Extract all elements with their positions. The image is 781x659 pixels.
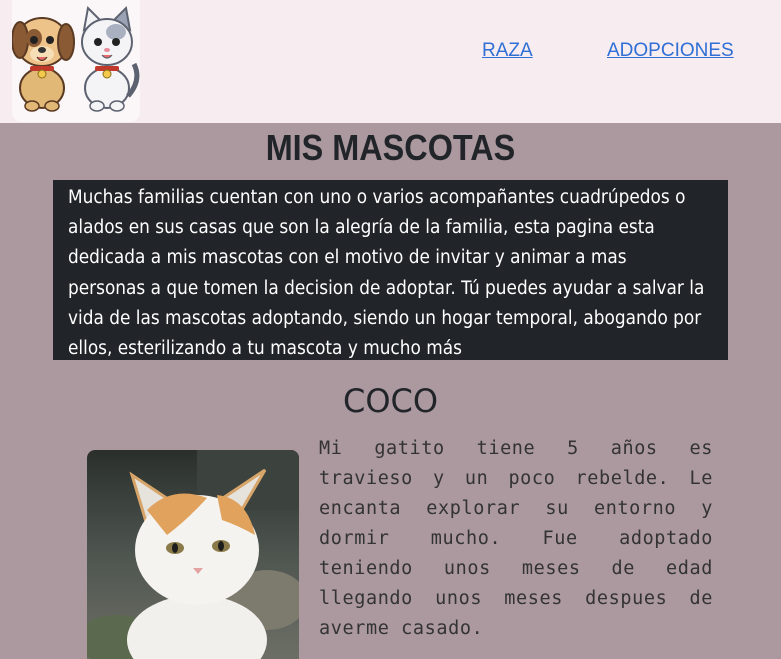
- dog-and-cat-logo-icon[interactable]: [11, 0, 140, 122]
- cat-photo-icon: [87, 450, 299, 659]
- pet-name-heading: COCO: [342, 382, 439, 420]
- pet-description: Mi gatito tiene 5 años es travieso y un …: [319, 438, 713, 639]
- intro-text: Muchas familias cuentan con uno o varios…: [68, 187, 705, 360]
- nav-link-raza[interactable]: RAZA: [482, 40, 533, 62]
- logo-illustration: [11, 5, 140, 112]
- intro-panel: Muchas familias cuentan con uno o varios…: [53, 180, 728, 360]
- page-title: MIS MASCOTAS: [265, 127, 516, 168]
- site-header: RAZA ADOPCIONES: [0, 0, 781, 123]
- nav-link-adopciones[interactable]: ADOPCIONES: [607, 40, 734, 62]
- cat-photo-illustration: [87, 450, 299, 659]
